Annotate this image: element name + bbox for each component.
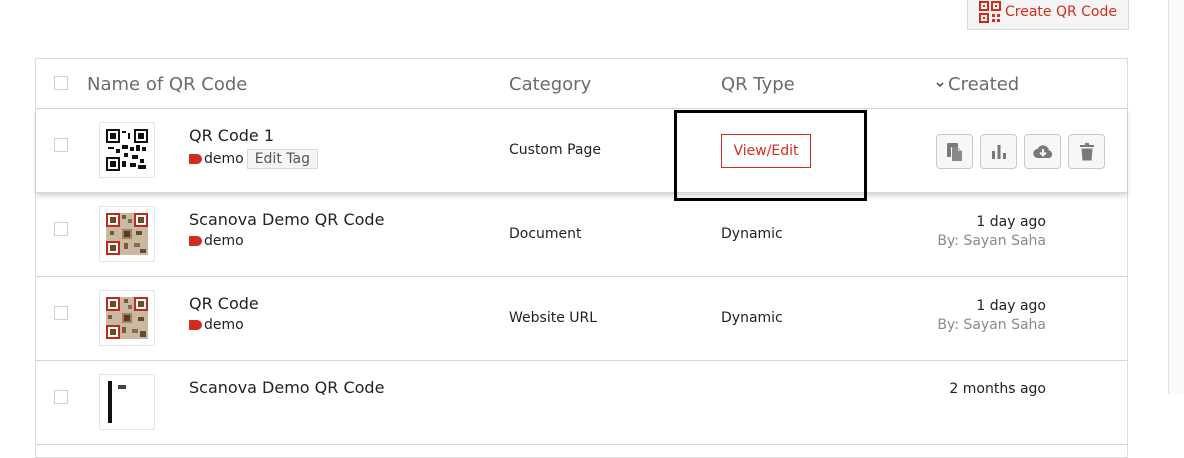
category-cell: Custom Page (509, 142, 601, 158)
qr-thumbnail (99, 290, 155, 346)
category-cell: Website URL (509, 310, 598, 326)
view-edit-button[interactable]: View/Edit (721, 134, 811, 168)
created-cell: 2 months ago (916, 381, 1046, 397)
page-scrollbar[interactable] (1168, 0, 1184, 394)
tag-icon (189, 236, 202, 246)
create-qr-code-label: Create QR Code (1004, 4, 1117, 20)
qr-type-cell: Dynamic (721, 226, 783, 242)
table-row[interactable]: QR Code 1 demo Edit Tag Custom Page View… (36, 109, 1127, 193)
created-time: 1 day ago (976, 214, 1046, 230)
qr-thumbnail (99, 122, 155, 178)
header-created-label: Created (948, 74, 1020, 95)
header-qr-type[interactable]: QR Type (721, 74, 795, 95)
created-time: 1 day ago (976, 298, 1046, 314)
edit-tag-button[interactable]: Edit Tag (246, 149, 318, 169)
qr-name[interactable]: QR Code (189, 294, 259, 313)
category-cell: Document (509, 226, 582, 242)
qr-code-table: Name of QR Code Category QR Type Created (35, 58, 1128, 458)
delete-button[interactable] (1068, 134, 1105, 169)
qr-code-icon (978, 1, 1001, 23)
qr-code-image (106, 213, 148, 255)
header-category[interactable]: Category (509, 74, 591, 95)
created-cell: 1 day ago By: Sayan Saha (916, 214, 1046, 249)
header-created[interactable]: Created (935, 74, 1019, 95)
delete-icon (1079, 142, 1094, 160)
qr-name[interactable]: Scanova Demo QR Code (189, 210, 384, 229)
tag-line: demo Edit Tag (189, 149, 318, 169)
copy-button[interactable] (936, 134, 973, 169)
created-by: By: Sayan Saha (937, 317, 1046, 333)
tag-label[interactable]: demo (204, 317, 244, 333)
qr-code-image (106, 381, 148, 423)
qr-name[interactable]: QR Code 1 (189, 126, 274, 145)
select-all-checkbox[interactable] (54, 76, 68, 90)
table-row[interactable]: QR Code demo Website URL Dynamic 1 day a… (36, 277, 1127, 361)
table-row[interactable]: Scanova Demo QR Code demo Document Dynam… (36, 193, 1127, 277)
qr-name[interactable]: Scanova Demo QR Code (189, 378, 384, 397)
created-cell: 1 day ago By: Sayan Saha (916, 298, 1046, 333)
qr-code-image (106, 129, 148, 171)
qr-type-cell: Dynamic (721, 310, 783, 326)
created-by: By: Sayan Saha (937, 233, 1046, 249)
row-checkbox[interactable] (54, 222, 68, 236)
copy-icon (946, 142, 962, 161)
qr-code-image (106, 297, 148, 339)
analytics-icon (991, 144, 1006, 159)
tag-line: demo (189, 317, 244, 333)
table-row[interactable]: Scanova Demo QR Code 2 months ago (36, 361, 1127, 445)
chevron-down-icon (936, 81, 944, 87)
tag-line: demo (189, 233, 244, 249)
row-checkbox[interactable] (54, 138, 68, 152)
tag-icon (189, 154, 202, 164)
create-qr-code-button[interactable]: Create QR Code (967, 0, 1129, 30)
row-checkbox[interactable] (54, 306, 68, 320)
row-actions (936, 134, 1105, 169)
tag-label[interactable]: demo (204, 233, 244, 249)
qr-thumbnail (99, 374, 155, 430)
tag-icon (189, 320, 202, 330)
row-checkbox[interactable] (54, 390, 68, 404)
download-button[interactable] (1024, 134, 1061, 169)
qr-thumbnail (99, 206, 155, 262)
header-name[interactable]: Name of QR Code (87, 74, 247, 95)
analytics-button[interactable] (980, 134, 1017, 169)
download-icon (1032, 144, 1052, 158)
table-header: Name of QR Code Category QR Type Created (36, 59, 1127, 109)
created-time: 2 months ago (949, 381, 1046, 397)
tag-label[interactable]: demo (204, 151, 244, 167)
